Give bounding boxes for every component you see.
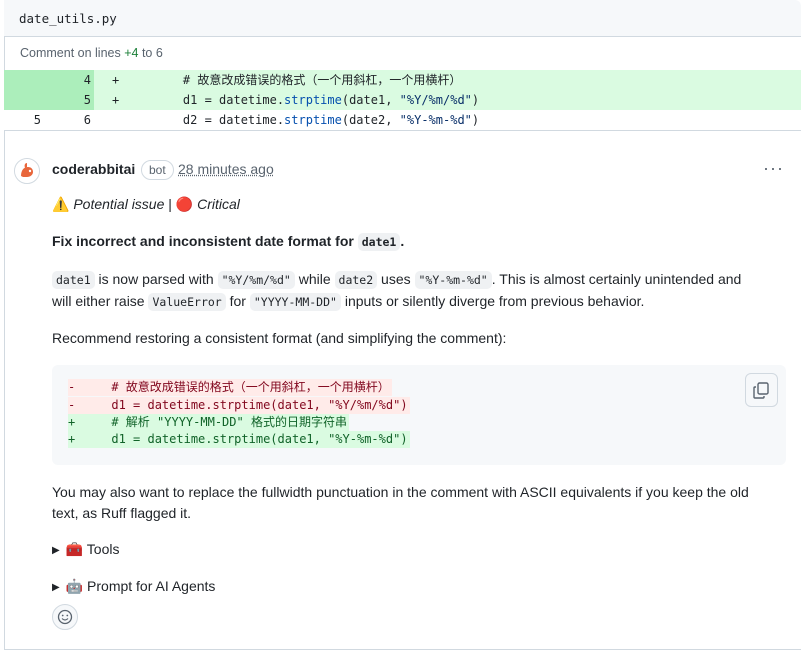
expand-triangle-icon: ▶ <box>52 545 60 556</box>
diff-sign: + <box>112 73 120 87</box>
lines-note-mid: to <box>138 46 156 60</box>
code-deleted-line: - # 故意改成错误的格式（一个用斜杠，一个用横杆） <box>68 379 392 396</box>
old-line-number <box>4 70 44 90</box>
critical-icon: 🔴 <box>175 196 194 212</box>
issue-separator: | <box>164 196 176 212</box>
tools-label: Tools <box>86 541 120 557</box>
diff-code: d2 = datetime.strptime(date2, "%Y-%m-%d"… <box>154 113 480 127</box>
lines-note-start: +4 <box>124 46 139 60</box>
diff-row: 5 6 d2 = datetime.strptime(date2, "%Y-%m… <box>4 110 801 131</box>
old-line-number[interactable]: 5 <box>4 110 44 130</box>
add-reaction-button[interactable] <box>52 604 78 630</box>
copy-icon <box>753 382 769 399</box>
comment-paragraph-1: date1 is now parsed with "%Y/%m/%d" whil… <box>52 271 742 311</box>
code-added-line: + d1 = datetime.strptime(date1, "%Y-%m-%… <box>68 431 410 448</box>
diff-row: 4 + # 故意改成错误的格式（一个用斜杠，一个用横杆） <box>4 70 801 90</box>
new-line-number[interactable]: 5 <box>44 90 94 110</box>
diff-snippet: 4 + # 故意改成错误的格式（一个用斜杠，一个用横杆） 5 + d1 = da… <box>4 70 801 131</box>
comment-heading: Fix incorrect and inconsistent date form… <box>52 233 405 251</box>
critical-label: Critical <box>197 196 240 212</box>
diff-code: d1 = datetime.strptime(date1, "%Y/%m/%d"… <box>154 93 480 107</box>
potential-issue-label: Potential issue <box>73 196 165 212</box>
code-added-line: + # 解析 "YYYY-MM-DD" 格式的日期字符串 <box>68 414 349 431</box>
avatar[interactable] <box>14 158 40 184</box>
lines-note-end: 6 <box>155 46 163 60</box>
comment-lines-note: Comment on lines +4 to 6 <box>20 46 163 60</box>
diff-row: 5 + d1 = datetime.strptime(date1, "%Y/%m… <box>4 90 801 110</box>
smiley-icon <box>57 609 73 625</box>
new-line-number[interactable]: 6 <box>44 110 94 130</box>
bot-badge: bot <box>141 160 174 180</box>
old-line-number <box>4 90 44 110</box>
comment-timestamp[interactable]: 28 minutes ago <box>178 161 274 177</box>
diff-sign: + <box>112 93 120 107</box>
copy-button[interactable] <box>745 373 778 407</box>
suggestion-code-block: - # 故意改成错误的格式（一个用斜杠，一个用横杆） - d1 = dateti… <box>52 365 786 465</box>
expand-triangle-icon: ▶ <box>52 582 60 593</box>
diff-code: # 故意改成错误的格式（一个用斜杠，一个用横杆） <box>154 73 462 87</box>
lines-note-prefix: Comment on lines <box>20 46 125 60</box>
warning-icon: ⚠️ <box>52 196 70 212</box>
comment-paragraph-2: Recommend restoring a consistent format … <box>52 330 507 346</box>
rabbit-icon <box>15 159 39 183</box>
robot-icon: 🤖 <box>65 578 84 594</box>
prompt-label: Prompt for AI Agents <box>87 578 216 594</box>
inline-code: date1 <box>357 233 401 251</box>
issue-line: ⚠️ Potential issue | 🔴 Critical <box>52 194 240 215</box>
prompt-disclosure[interactable]: ▶ 🤖 Prompt for AI Agents <box>52 578 215 595</box>
comment-author[interactable]: coderabbitai <box>52 161 135 177</box>
kebab-menu-icon[interactable]: ··· <box>763 158 784 179</box>
file-header: date_utils.py <box>4 0 801 37</box>
toolbox-icon: 🧰 <box>65 541 84 557</box>
new-line-number[interactable]: 4 <box>44 70 94 90</box>
comment-paragraph-3: You may also want to replace the fullwid… <box>52 484 749 521</box>
code-deleted-line: - d1 = datetime.strptime(date1, "%Y/%m/%… <box>68 397 410 414</box>
file-name[interactable]: date_utils.py <box>19 11 117 26</box>
tools-disclosure[interactable]: ▶ 🧰 Tools <box>52 541 119 558</box>
